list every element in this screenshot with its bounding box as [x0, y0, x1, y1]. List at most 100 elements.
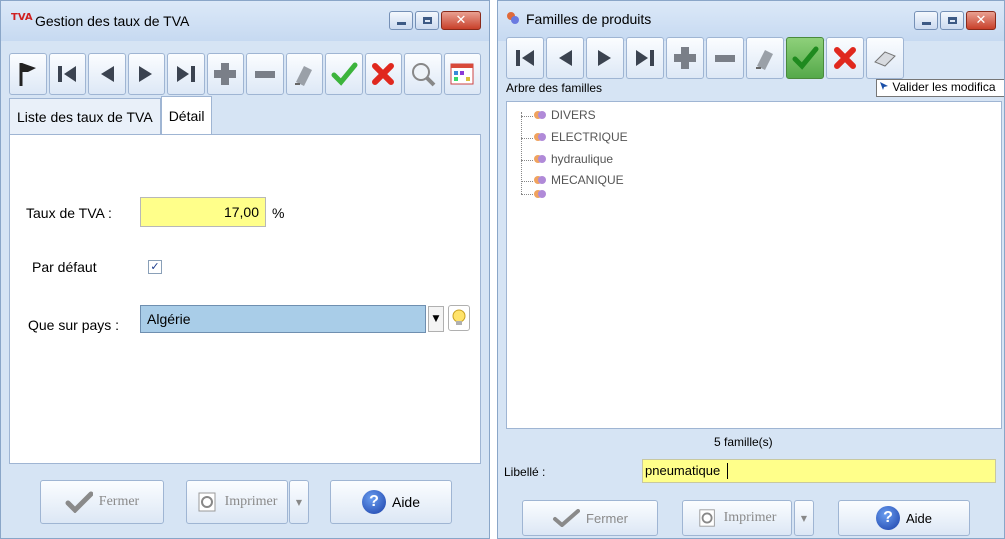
table-button[interactable] — [443, 53, 481, 95]
tree-item[interactable] — [533, 188, 551, 200]
checkmark-icon — [792, 46, 819, 70]
first-record-button[interactable] — [506, 37, 544, 79]
chevron-down-icon: ▼ — [800, 513, 808, 523]
delete-record-button[interactable] — [246, 53, 284, 95]
close-button[interactable]: ✕ — [966, 11, 996, 30]
tva-window: TVA Gestion des taux de TVA ✕ Liste des … — [0, 0, 490, 539]
family-icon — [534, 176, 546, 184]
libelle-input[interactable]: pneumatique — [642, 459, 996, 483]
maximize-button[interactable] — [940, 11, 964, 30]
tree-connector — [521, 116, 533, 117]
add-record-button[interactable] — [206, 53, 244, 95]
aide-label: Aide — [905, 510, 933, 526]
imprimer-button[interactable]: Imprimer — [186, 480, 288, 524]
familles-toolbar — [506, 37, 996, 79]
tva-app-icon: TVA — [11, 12, 33, 23]
family-icon — [534, 190, 546, 198]
previous-icon — [100, 66, 114, 82]
aide-button[interactable]: ? Aide — [838, 500, 970, 536]
chevron-down-icon: ▼ — [432, 314, 440, 324]
tva-toolbar — [9, 53, 481, 95]
minimize-button[interactable] — [389, 11, 413, 30]
validate-button[interactable] — [325, 53, 363, 95]
next-record-button[interactable] — [127, 53, 165, 95]
preview-icon — [198, 492, 216, 512]
preview-icon — [698, 509, 715, 527]
tab-liste[interactable]: Liste des taux de TVA — [9, 98, 161, 134]
first-record-button[interactable] — [48, 53, 86, 95]
pays-value: Algérie — [147, 311, 191, 327]
tooltip-text: Valider les modifica — [892, 80, 996, 94]
familles-tree[interactable]: DIVERS ELECTRIQUE hydraulique MECANIQUE — [506, 101, 1002, 429]
check-icon — [65, 491, 93, 513]
tree-connector — [521, 138, 533, 139]
previous-record-button[interactable] — [546, 37, 584, 79]
taux-label: Taux de TVA : — [26, 205, 112, 221]
tree-item-label: DIVERS — [551, 108, 596, 122]
imprimer-label: Imprimer — [224, 494, 278, 509]
tab-detail[interactable]: Détail — [160, 96, 213, 134]
last-record-button[interactable] — [626, 37, 664, 79]
last-icon — [636, 50, 654, 66]
last-record-button[interactable] — [167, 53, 205, 95]
pays-help-button[interactable] — [448, 305, 470, 331]
tva-titlebar: TVA Gestion des taux de TVA ✕ — [1, 1, 489, 41]
bookmark-button[interactable] — [9, 53, 47, 95]
maximize-icon — [947, 17, 957, 24]
tree-item[interactable]: DIVERS — [533, 108, 596, 122]
aide-button[interactable]: ? Aide — [330, 480, 452, 524]
plus-icon — [214, 63, 237, 85]
fermer-label: Fermer — [586, 510, 628, 526]
validate-button[interactable] — [786, 37, 824, 79]
maximize-button[interactable] — [415, 11, 439, 30]
help-icon: ? — [875, 506, 900, 530]
search-button[interactable] — [404, 53, 442, 95]
defaut-checkbox[interactable]: ✓ — [148, 260, 162, 274]
fermer-button[interactable]: Fermer — [522, 500, 658, 536]
cancel-button[interactable] — [826, 37, 864, 79]
pays-dropdown-button[interactable]: ▼ — [428, 306, 444, 332]
close-icon: ✕ — [975, 13, 987, 28]
imprimer-dropdown[interactable]: ▼ — [289, 480, 309, 524]
tree-title: Arbre des familles — [506, 81, 603, 95]
imprimer-dropdown[interactable]: ▼ — [794, 500, 814, 536]
first-icon — [516, 50, 534, 66]
checkmark-icon — [331, 62, 358, 86]
tree-item[interactable]: hydraulique — [533, 152, 613, 166]
previous-record-button[interactable] — [88, 53, 126, 95]
tree-item-label: hydraulique — [551, 152, 614, 166]
check-icon — [553, 509, 581, 527]
next-record-button[interactable] — [586, 37, 624, 79]
eraser-icon — [756, 50, 773, 70]
delete-record-button[interactable] — [706, 37, 744, 79]
tree-item-label: ELECTRIQUE — [551, 130, 628, 144]
tree-item[interactable]: ELECTRIQUE — [533, 130, 628, 144]
edit-record-button[interactable] — [746, 37, 784, 79]
family-icon — [534, 155, 546, 163]
book-icon — [874, 51, 896, 67]
taux-value: 17,00 — [223, 204, 259, 220]
taux-input[interactable]: 17,00 — [140, 197, 266, 227]
fermer-button[interactable]: Fermer — [40, 480, 164, 524]
tva-window-title: Gestion des taux de TVA — [35, 13, 190, 29]
eraser-icon — [295, 66, 313, 86]
imprimer-label: Imprimer — [723, 510, 777, 525]
lightbulb-icon — [452, 309, 466, 325]
tree-connector — [521, 181, 533, 182]
imprimer-button[interactable]: Imprimer — [682, 500, 792, 536]
tree-item[interactable]: MECANIQUE — [533, 173, 624, 187]
defaut-label: Par défaut — [32, 259, 97, 275]
edit-record-button[interactable] — [285, 53, 323, 95]
flag-icon — [19, 63, 36, 86]
family-icon — [534, 111, 546, 119]
close-button[interactable]: ✕ — [441, 11, 481, 30]
notes-button[interactable] — [866, 37, 904, 79]
add-record-button[interactable] — [666, 37, 704, 79]
minimize-button[interactable] — [914, 11, 938, 30]
help-icon: ? — [361, 490, 386, 514]
cancel-button[interactable] — [364, 53, 402, 95]
minus-icon — [715, 55, 735, 62]
tree-item-label: MECANIQUE — [551, 173, 624, 187]
cross-icon — [372, 63, 395, 85]
pays-select[interactable]: Algérie — [140, 305, 426, 333]
